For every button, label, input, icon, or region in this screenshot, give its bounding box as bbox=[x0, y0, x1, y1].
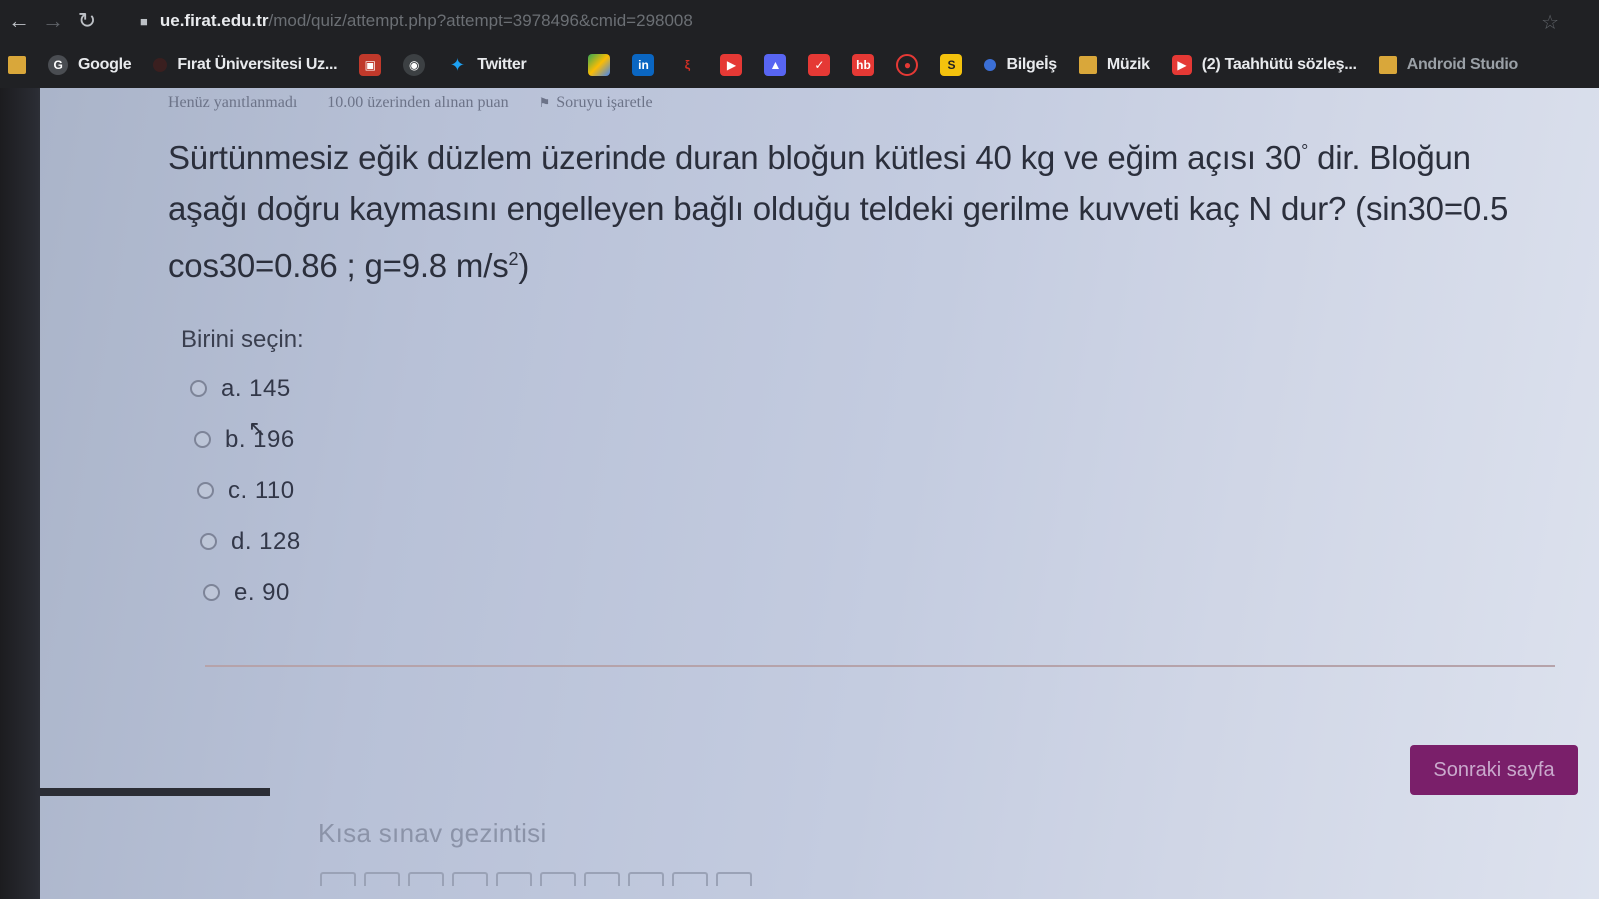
option-e[interactable]: e. 90 bbox=[203, 567, 301, 618]
next-page-button[interactable]: Sonraki sayfa bbox=[1410, 745, 1578, 795]
linkedin-icon[interactable]: in bbox=[632, 54, 655, 76]
folder-icon bbox=[1378, 56, 1397, 74]
option-c[interactable]: c. 110 bbox=[197, 465, 301, 516]
question-text: Sürtünmesiz eğik düzlem üzerinde duran b… bbox=[168, 126, 1588, 291]
question-line-3: cos30=0.86 ; g=9.8 m/s2) bbox=[168, 247, 530, 284]
nav-question-button[interactable] bbox=[584, 872, 620, 886]
lock-icon: ■ bbox=[140, 13, 148, 29]
back-arrow-icon[interactable]: ← bbox=[4, 6, 34, 36]
bookmark-firat[interactable]: Fırat Üniversitesi Uz... bbox=[153, 56, 338, 74]
question-info: Henüz yanıtlanmadı 10.00 üzerinden alına… bbox=[168, 94, 653, 112]
puzzle-icon[interactable]: ▣ bbox=[359, 54, 382, 76]
option-d[interactable]: d. 128 bbox=[200, 516, 301, 567]
taskbar-strip bbox=[38, 788, 270, 796]
bookmark-google[interactable]: G Google bbox=[48, 55, 132, 75]
nav-question-button[interactable] bbox=[452, 872, 488, 886]
pocket-icon[interactable]: ✓ bbox=[808, 54, 831, 76]
quiz-navigation-title: Kısa sınav gezintisi bbox=[318, 818, 547, 848]
option-a[interactable]: a. 145 bbox=[190, 363, 301, 414]
scribble-icon[interactable]: ξ bbox=[676, 54, 698, 76]
answer-options: a. 145 b. 196 c. 110 d. 128 e. 90 bbox=[190, 363, 301, 618]
url-path: /mod/quiz/attempt.php?attempt=3978496&cm… bbox=[268, 11, 693, 30]
bilgeis-icon bbox=[984, 59, 997, 71]
option-label: d. 128 bbox=[231, 527, 301, 555]
hb-icon[interactable]: hb bbox=[852, 54, 875, 76]
google-icon: G bbox=[48, 55, 68, 75]
youtube-icon: ▶ bbox=[1171, 55, 1192, 75]
forward-arrow-icon[interactable]: → bbox=[38, 6, 68, 36]
question-line-2: aşağı doğru kaymasını engelleyen bağlı o… bbox=[168, 190, 1509, 227]
question-line-1: Sürtünmesiz eğik düzlem üzerinde duran b… bbox=[168, 139, 1471, 176]
nav-question-button[interactable] bbox=[320, 872, 356, 886]
option-label: e. 90 bbox=[234, 578, 290, 606]
folder-icon bbox=[1078, 56, 1097, 74]
nav-question-button[interactable] bbox=[408, 872, 444, 886]
apps-folder-icon[interactable] bbox=[8, 56, 26, 74]
bookmark-taahhut[interactable]: ▶ (2) Taahhütü sözleş... bbox=[1171, 55, 1357, 75]
nav-question-button[interactable] bbox=[628, 872, 664, 886]
radio-button[interactable] bbox=[200, 533, 217, 550]
radio-button[interactable] bbox=[203, 584, 220, 601]
flag-question[interactable]: ⚑ Soruyu işaretle bbox=[539, 94, 653, 112]
twitter-icon: ✦ bbox=[449, 54, 465, 75]
quiz-navigation-buttons bbox=[320, 872, 752, 886]
bookmark-label: (2) Taahhütü sözleş... bbox=[1201, 56, 1357, 73]
divider bbox=[205, 665, 1555, 667]
option-label: a. 145 bbox=[221, 374, 291, 402]
radio-button[interactable] bbox=[194, 431, 211, 448]
answer-prompt: Birini seçin: bbox=[181, 326, 304, 353]
address-bar[interactable]: ■ ue.firat.edu.tr /mod/quiz/attempt.php?… bbox=[140, 11, 693, 31]
bookmark-label: Google bbox=[78, 56, 132, 73]
bookmark-label: Android Studio bbox=[1406, 56, 1519, 73]
radio-button[interactable] bbox=[197, 482, 214, 499]
nav-question-button[interactable] bbox=[672, 872, 708, 886]
flag-icon: ⚑ bbox=[538, 95, 551, 110]
radio-button[interactable] bbox=[190, 380, 207, 397]
question-status: Henüz yanıtlanmadı bbox=[168, 94, 298, 111]
drive-icon[interactable] bbox=[588, 54, 611, 76]
bookmarks-bar: G Google Fırat Üniversitesi Uz... ▣ ◉ ✦ … bbox=[0, 42, 1599, 88]
bookmark-twitter[interactable]: ✦ Twitter bbox=[447, 54, 527, 75]
bookmark-label: Twitter bbox=[477, 56, 527, 73]
quiz-page: Henüz yanıtlanmadı 10.00 üzerinden alına… bbox=[40, 88, 1599, 899]
chat-icon[interactable]: ▲ bbox=[764, 54, 787, 76]
mouse-cursor-icon: ↖ bbox=[248, 416, 267, 441]
bookmark-android[interactable]: Android Studio bbox=[1378, 56, 1519, 74]
globe-icon[interactable]: ◉ bbox=[403, 54, 426, 76]
bookmark-label: Bilgeİş bbox=[1006, 56, 1057, 73]
browser-toolbar: ← → ↻ ■ ue.firat.edu.tr /mod/quiz/attemp… bbox=[0, 0, 1599, 42]
url-host: ue.firat.edu.tr bbox=[159, 11, 269, 30]
bookmark-bilgeis[interactable]: Bilgeİş bbox=[984, 56, 1057, 74]
target-icon[interactable]: ● bbox=[896, 54, 919, 76]
s-icon[interactable]: S bbox=[940, 54, 963, 76]
firat-logo-icon bbox=[153, 58, 168, 72]
bookmark-star-icon[interactable]: ☆ bbox=[1541, 10, 1559, 35]
nav-question-button[interactable] bbox=[364, 872, 400, 886]
nav-question-button[interactable] bbox=[496, 872, 532, 886]
youtube-icon[interactable]: ▶ bbox=[720, 54, 743, 76]
bookmark-label: Müzik bbox=[1106, 56, 1150, 73]
bookmark-muzik[interactable]: Müzik bbox=[1078, 56, 1150, 74]
option-label: c. 110 bbox=[228, 476, 295, 504]
nav-question-button[interactable] bbox=[716, 872, 752, 886]
reload-icon[interactable]: ↻ bbox=[72, 6, 102, 36]
flag-label: Soruyu işaretle bbox=[556, 94, 653, 111]
nav-question-button[interactable] bbox=[540, 872, 576, 886]
bookmark-label: Fırat Üniversitesi Uz... bbox=[177, 56, 338, 73]
question-points: 10.00 üzerinden alınan puan bbox=[327, 94, 509, 111]
